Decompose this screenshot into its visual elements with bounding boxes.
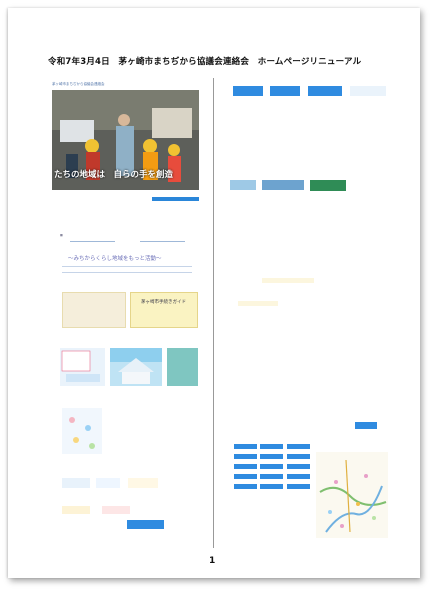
- left-rule-4: [62, 272, 192, 273]
- right-button-4: [350, 86, 386, 96]
- right-input-2: [238, 301, 278, 306]
- grid-button: [260, 464, 283, 469]
- left-rule-1: [70, 241, 115, 242]
- grid-button: [260, 444, 283, 449]
- hero-image: たちの地域は 自らの手を創造: [52, 90, 199, 190]
- logo-thumb-1: [62, 478, 90, 488]
- logo-thumb-6: [140, 506, 168, 514]
- thumbnail-2: [60, 348, 105, 386]
- grid-button: [260, 474, 283, 479]
- grid-button: [287, 484, 310, 489]
- thumbnail-3: [110, 348, 162, 386]
- column-divider: [213, 78, 214, 548]
- right-button-3: [308, 86, 342, 96]
- left-rule-3: [62, 266, 192, 267]
- hero-more-button: [152, 197, 199, 201]
- thumbnail-4: [167, 348, 198, 386]
- right-button-1: [233, 86, 263, 96]
- right-more-button: [355, 422, 377, 429]
- blue-link-button: [127, 520, 164, 529]
- right-button-2: [270, 86, 300, 96]
- procedure-guide-thumb: 茅ヶ崎市手続きガイド: [130, 292, 198, 328]
- grid-button: [234, 444, 257, 449]
- logo-thumb-5: [102, 506, 130, 514]
- grid-button: [234, 454, 257, 459]
- grid-button: [260, 484, 283, 489]
- grid-button: [234, 474, 257, 479]
- page-number: 1: [209, 556, 216, 566]
- grid-button: [287, 454, 310, 459]
- logo-thumb-4: [62, 506, 90, 514]
- left-small-label-1: ■: [60, 233, 63, 237]
- right-input-1: [262, 278, 314, 283]
- area-map: [316, 452, 388, 538]
- grid-button: [260, 454, 283, 459]
- activity-banner: ～みちからくらし地域をもっと活動～: [68, 256, 162, 262]
- right-photo-2: [262, 180, 304, 190]
- logo-thumb-2: [96, 478, 120, 488]
- document-title: 令和7年3月4日 茅ヶ崎市まちぢから協議会連絡会 ホームページリニューアル: [48, 57, 362, 67]
- thumbnail-1: [62, 292, 126, 328]
- grid-button: [287, 474, 310, 479]
- grid-button: [234, 484, 257, 489]
- procedure-guide-text: 茅ヶ崎市手続きガイド: [141, 300, 186, 305]
- right-photo-3: [310, 180, 346, 191]
- grid-button: [287, 444, 310, 449]
- right-photo-1: [230, 180, 256, 190]
- grid-button: [287, 464, 310, 469]
- hero-tag: 茅ヶ崎市まちぢから協議会連絡会: [52, 82, 105, 86]
- logo-thumb-3: [128, 478, 158, 488]
- map-graphic: [319, 459, 387, 533]
- thumbnail-5: [62, 408, 102, 454]
- hero-caption: たちの地域は 自らの手を創造: [54, 170, 174, 180]
- grid-button: [234, 464, 257, 469]
- left-rule-2: [140, 241, 185, 242]
